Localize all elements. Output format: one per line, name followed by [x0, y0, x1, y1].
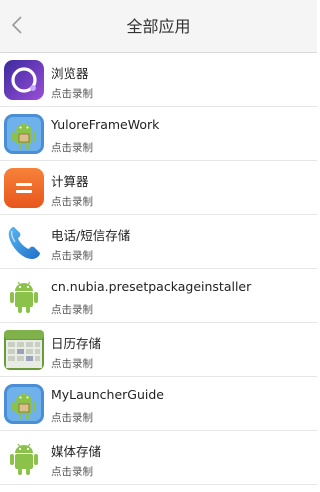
app-row-media-storage[interactable]: 媒体存储 点击录制 — [0, 431, 317, 485]
app-row-calculator[interactable]: 计算器 点击录制 — [0, 161, 317, 215]
record-label: 点击录制 — [51, 304, 93, 316]
record-label: 点击录制 — [51, 412, 93, 424]
app-name: 浏览器 — [51, 66, 89, 81]
record-label: 点击录制 — [51, 250, 93, 262]
phone-icon — [4, 222, 44, 262]
app-name: cn.nubia.presetpackageinstaller — [51, 279, 252, 294]
top-bar: 全部应用 — [0, 0, 317, 53]
android-icon — [4, 276, 44, 316]
record-label: 点击录制 — [51, 358, 93, 370]
app-list: 浏览器 点击录制 YuloreFrameWork 点击录制 计算器 点击录制 电… — [0, 53, 317, 485]
record-label: 点击录制 — [51, 196, 93, 208]
app-row-phone-sms-storage[interactable]: 电话/短信存储 点击录制 — [0, 215, 317, 269]
app-row-presetpackageinstaller[interactable]: cn.nubia.presetpackageinstaller 点击录制 — [0, 269, 317, 323]
record-label: 点击录制 — [51, 142, 93, 154]
app-name: 计算器 — [51, 174, 89, 189]
android-box-icon — [4, 114, 44, 154]
app-row-browser[interactable]: 浏览器 点击录制 — [0, 53, 317, 107]
app-row-mylauncherguide[interactable]: MyLauncherGuide 点击录制 — [0, 377, 317, 431]
app-name: YuloreFrameWork — [51, 117, 160, 132]
calendar-icon — [4, 330, 44, 370]
app-name: 媒体存储 — [51, 444, 102, 459]
app-row-calendar-storage[interactable]: 日历存储 点击录制 — [0, 323, 317, 377]
android-box-icon — [4, 384, 44, 424]
app-name: MyLauncherGuide — [51, 387, 164, 402]
back-button[interactable] — [0, 0, 34, 53]
app-name: 日历存储 — [51, 336, 102, 351]
app-name: 电话/短信存储 — [51, 228, 131, 243]
calculator-icon — [4, 168, 44, 208]
browser-icon — [4, 60, 44, 100]
record-label: 点击录制 — [51, 88, 93, 100]
android-icon — [4, 438, 44, 478]
chevron-left-icon — [11, 15, 23, 39]
record-label: 点击录制 — [51, 466, 93, 478]
page-title: 全部应用 — [126, 17, 191, 36]
app-row-yuloreframework[interactable]: YuloreFrameWork 点击录制 — [0, 107, 317, 161]
